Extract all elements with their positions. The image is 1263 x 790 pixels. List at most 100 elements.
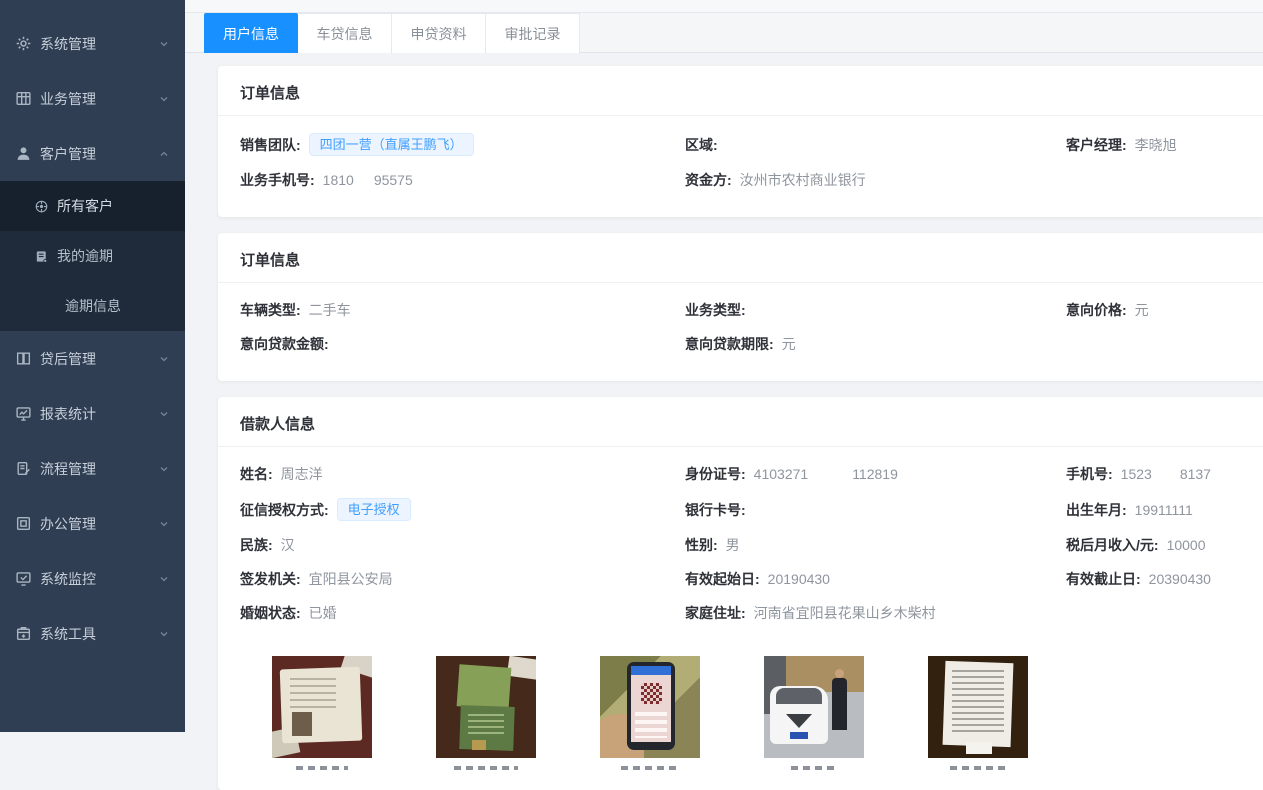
field-value-suffix: 8137 — [1180, 466, 1211, 482]
photo-detail — [290, 678, 336, 708]
phone-qr-code-photo-thumbnail[interactable] — [600, 656, 700, 758]
field-credit-auth: 征信授权方式: 电子授权 — [240, 498, 685, 521]
sidebar-item-customer-management[interactable]: 客户管理 — [0, 126, 185, 181]
sidebar-subitem-overdue-info[interactable]: 逾期信息 — [0, 281, 185, 331]
card-title: 订单信息 — [218, 233, 1263, 283]
photo-detail — [641, 683, 662, 704]
field-row: 民族: 汉 性别: 男 税后月收入/元: 10000 — [240, 528, 1255, 562]
sidebar-subitem-label: 逾期信息 — [65, 296, 121, 316]
sidebar-subitem-my-overdue[interactable]: 我的逾期 — [0, 231, 185, 281]
photo-detail — [635, 712, 667, 738]
chevron-down-icon — [159, 409, 169, 419]
field-label: 性别: — [685, 535, 718, 555]
photo-detail — [832, 678, 847, 730]
sidebar-item-system-tools[interactable]: 系统工具 — [0, 606, 185, 661]
field-row: 业务手机号: 1810 95575 资金方: 汝州市农村商业银行 — [240, 163, 1255, 197]
field-sales-team: 销售团队: 四团一营（直属王鹏飞） — [240, 133, 685, 156]
nested-square-icon — [15, 515, 32, 532]
sidebar-item-office-management[interactable]: 办公管理 — [0, 496, 185, 551]
field-intent-loan-term: 意向贷款期限: 元 — [685, 334, 1066, 354]
photo-detail — [966, 742, 992, 754]
sidebar-subitem-label: 我的逾期 — [57, 246, 113, 266]
order-info-card-1: 订单信息 销售团队: 四团一营（直属王鹏飞） 区域: 客户经理: 李晓旭 业务手 — [218, 66, 1263, 217]
tab-approval-records[interactable]: 审批记录 — [486, 13, 580, 53]
field-region: 区域: — [685, 135, 1066, 155]
chevron-down-icon — [159, 574, 169, 584]
sidebar-item-process-management[interactable]: 流程管理 — [0, 441, 185, 496]
field-label: 手机号: — [1066, 464, 1113, 484]
monitor-check-icon — [15, 570, 32, 587]
field-label: 销售团队: — [240, 135, 301, 155]
document-pen-icon — [15, 460, 32, 477]
sidebar-item-post-loan-management[interactable]: 贷后管理 — [0, 331, 185, 386]
card-body: 姓名: 周志洋 身份证号: 4103271 112819 手机号: 1523 8… — [218, 447, 1263, 790]
sidebar-item-report-statistics[interactable]: 报表统计 — [0, 386, 185, 441]
sidebar-item-system-monitoring[interactable]: 系统监控 — [0, 551, 185, 606]
photo-caption-clipped — [272, 766, 372, 770]
field-mobile: 手机号: 1523 8137 — [1066, 464, 1255, 484]
field-intent-price: 意向价格: 元 — [1066, 300, 1255, 320]
chevron-down-icon — [159, 94, 169, 104]
field-address: 家庭住址: 河南省宜阳县花果山乡木柴村 — [685, 603, 1066, 623]
photo-caption-clipped — [764, 766, 864, 770]
chart-monitor-icon — [15, 405, 32, 422]
field-value: 汝州市农村商业银行 — [740, 170, 866, 190]
field-label: 客户经理: — [1066, 135, 1127, 155]
tab-user-info[interactable]: 用户信息 — [204, 13, 298, 53]
photo-detail — [468, 714, 504, 738]
tab-loan-application-materials[interactable]: 申贷资料 — [392, 13, 486, 53]
field-label: 出生年月: — [1066, 500, 1127, 520]
field-funder: 资金方: 汝州市农村商业银行 — [685, 170, 1066, 190]
open-book-icon — [15, 350, 32, 367]
field-label: 有效截止日: — [1066, 569, 1141, 589]
sidebar-item-business-management[interactable]: 业务管理 — [0, 71, 185, 126]
handwritten-document-photo-thumbnail[interactable] — [928, 656, 1028, 758]
field-birth: 出生年月: 19911111 — [1066, 500, 1255, 520]
tab-car-loan-info[interactable]: 车贷信息 — [298, 13, 392, 53]
sidebar-item-label: 系统管理 — [40, 34, 96, 54]
sidebar-subitem-all-customers[interactable]: 所有客户 — [0, 181, 185, 231]
field-label: 有效起始日: — [685, 569, 760, 589]
sidebar-item-label: 流程管理 — [40, 459, 96, 479]
field-row: 婚姻状态: 已婚 家庭住址: 河南省宜阳县花果山乡木柴村 — [240, 596, 1255, 630]
field-ethnicity: 民族: 汉 — [240, 535, 685, 555]
sales-team-tag[interactable]: 四团一营（直属王鹏飞） — [309, 133, 474, 156]
redaction-block — [1152, 467, 1180, 481]
photo-detail — [776, 688, 822, 704]
main-content: 用户信息 车贷信息 申贷资料 审批记录 订单信息 销售团队: 四团一营（直属王鹏… — [185, 0, 1263, 732]
field-row: 征信授权方式: 电子授权 银行卡号: 出生年月: 19911111 — [240, 491, 1255, 528]
field-row: 意向贷款金额: 意向贷款期限: 元 — [240, 327, 1255, 361]
field-value: 19911111 — [1135, 502, 1193, 518]
id-card-photo-thumbnail[interactable] — [272, 656, 372, 758]
field-gender: 性别: 男 — [685, 535, 1066, 555]
field-row: 销售团队: 四团一营（直属王鹏飞） 区域: 客户经理: 李晓旭 — [240, 126, 1255, 163]
customer-management-submenu: 所有客户 我的逾期 逾期信息 — [0, 181, 185, 331]
tab-bar: 用户信息 车贷信息 申贷资料 审批记录 — [185, 13, 1263, 53]
green-booklet-photo-thumbnail[interactable] — [436, 656, 536, 758]
field-value: 汉 — [281, 535, 295, 555]
person-with-car-photo-thumbnail[interactable] — [764, 656, 864, 758]
field-label: 意向贷款金额: — [240, 334, 329, 354]
field-valid-to: 有效截止日: 20390430 — [1066, 569, 1255, 589]
card-body: 车辆类型: 二手车 业务类型: 意向价格: 元 意向贷款金额: — [218, 283, 1263, 381]
field-row: 车辆类型: 二手车 业务类型: 意向价格: 元 — [240, 293, 1255, 327]
field-id-number: 身份证号: 4103271 112819 — [685, 464, 1066, 484]
field-label: 民族: — [240, 535, 273, 555]
field-business-phone: 业务手机号: 1810 95575 — [240, 170, 685, 190]
redaction-block — [808, 467, 852, 481]
photo-caption-clipped — [436, 766, 536, 770]
sidebar-item-system-management[interactable]: 系统管理 — [0, 16, 185, 71]
photo-detail — [631, 666, 671, 675]
field-label: 区域: — [685, 135, 718, 155]
card-body: 销售团队: 四团一营（直属王鹏飞） 区域: 客户经理: 李晓旭 业务手机号: 1… — [218, 116, 1263, 217]
field-value-prefix: 4103271 — [754, 466, 809, 482]
field-value: 李晓旭 — [1135, 135, 1177, 155]
sidebar-menu: 系统管理 业务管理 客户管理 所有客户 — [0, 0, 185, 661]
field-value: 20390430 — [1149, 571, 1211, 587]
photo-detail — [952, 670, 1004, 732]
sidebar-item-label: 贷后管理 — [40, 349, 96, 369]
order-info-card-2: 订单信息 车辆类型: 二手车 业务类型: 意向价格: 元 意向贷款金额: — [218, 233, 1263, 381]
credit-auth-tag[interactable]: 电子授权 — [337, 498, 411, 521]
field-label: 签发机关: — [240, 569, 301, 589]
field-label: 身份证号: — [685, 464, 746, 484]
